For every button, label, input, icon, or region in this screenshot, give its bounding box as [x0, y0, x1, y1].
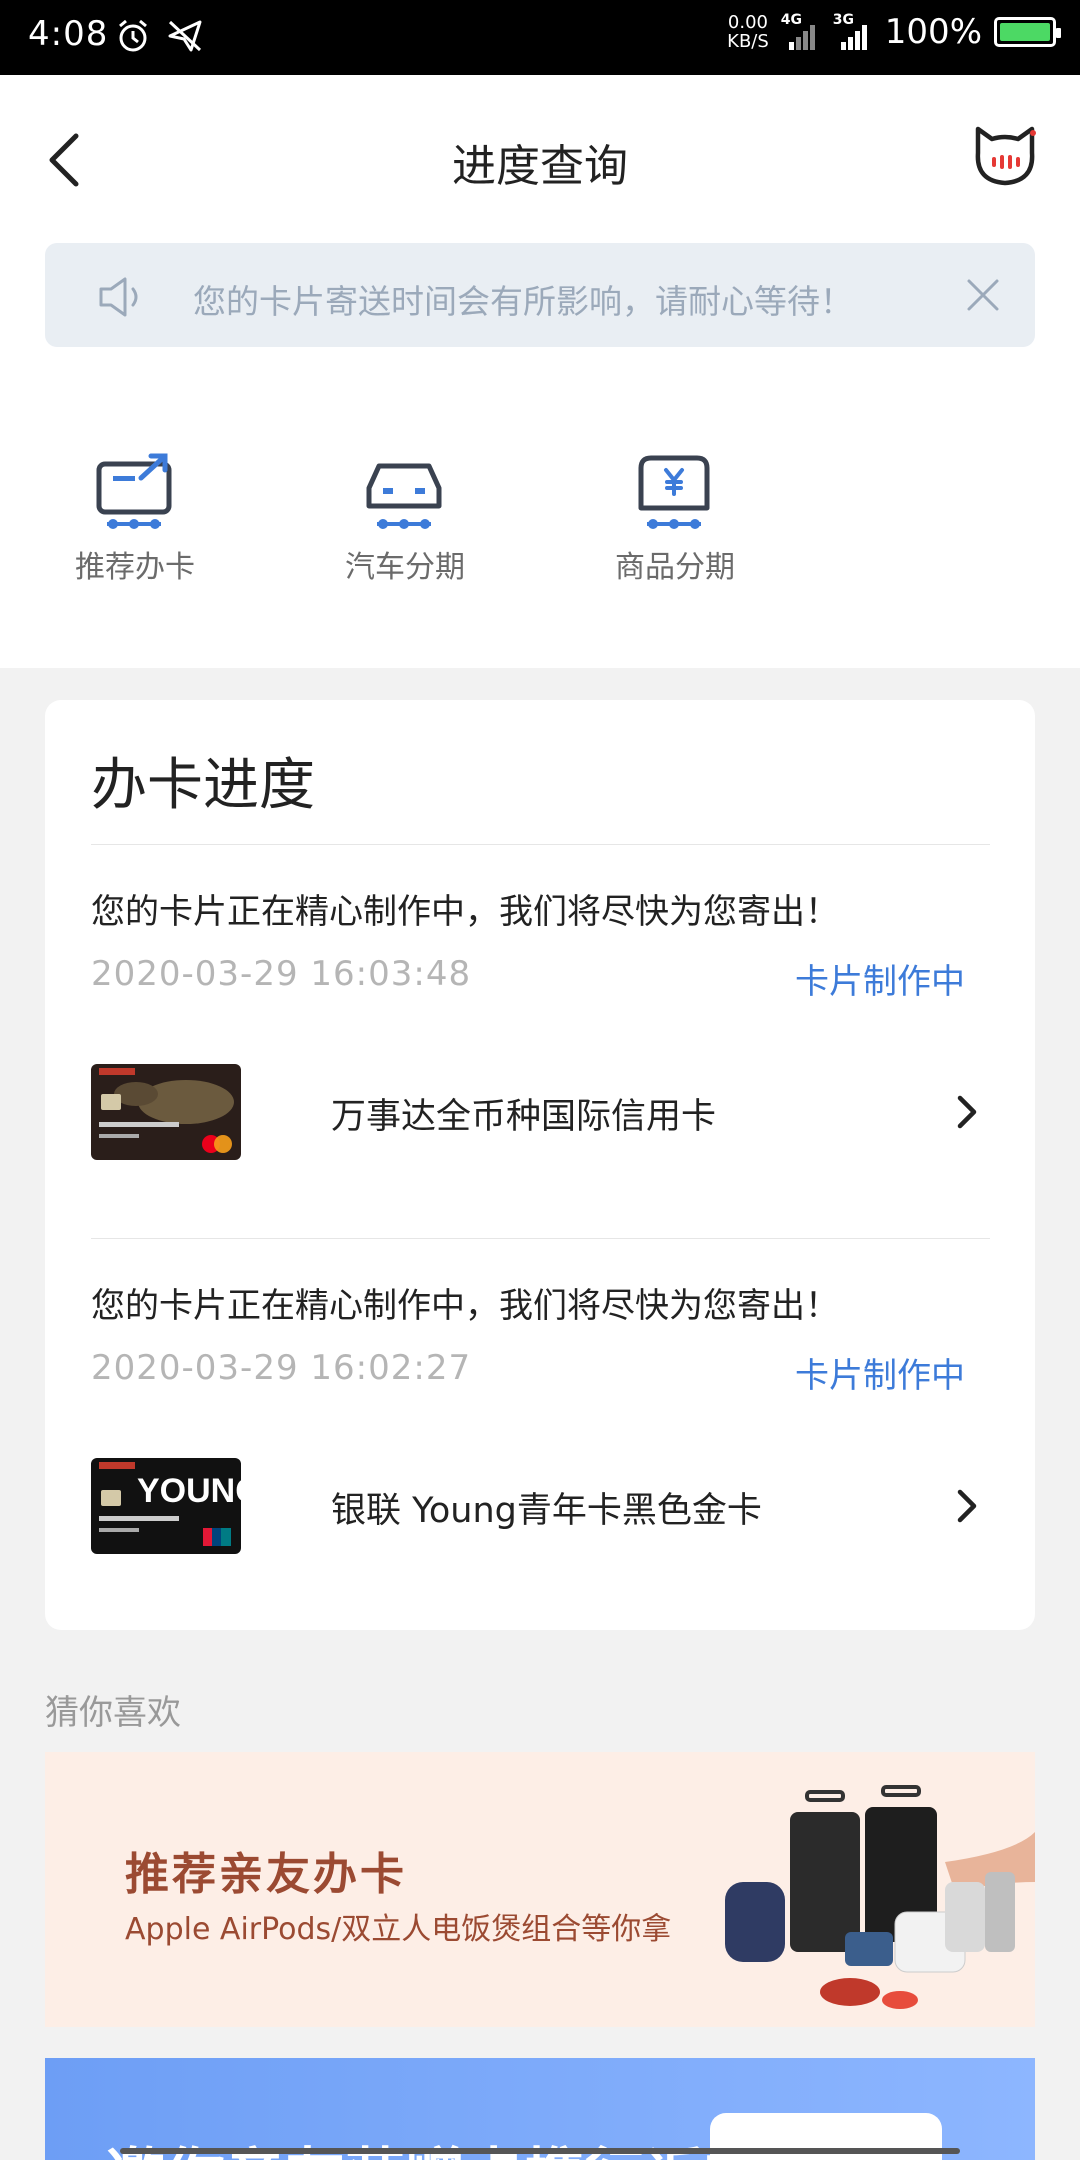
entry-status: 卡片制作中 — [795, 962, 965, 1002]
notice-text: 您的卡片寄送时间会有所影响，请耐心等待！ — [193, 282, 853, 321]
shortcut-label: 商品分期 — [615, 550, 735, 585]
shortcut-car-installment[interactable]: 汽车分期 — [305, 450, 505, 586]
send-icon — [168, 20, 202, 52]
mascot-icon — [975, 126, 1036, 186]
section-label: 猜你喜欢 — [45, 1693, 181, 1733]
entry-time: 2020-03-29 16:02:27 — [91, 1348, 472, 1388]
banner-subtitle: Apple AirPods/双立人电饭煲组合等你拿 — [125, 1912, 672, 1947]
entry-message: 您的卡片正在精心制作中，我们将尽快为您寄出！ — [91, 1286, 839, 1326]
promo-banner-referral[interactable]: 推荐亲友办卡 Apple AirPods/双立人电饭煲组合等你拿 — [45, 1752, 1035, 2027]
progress-panel: 办卡进度 您的卡片正在精心制作中，我们将尽快为您寄出！ 2020-03-29 1… — [45, 700, 1035, 1630]
svg-text:YOUNG: YOUNG — [137, 1472, 241, 1510]
alarm-icon — [119, 19, 147, 52]
assistant-button[interactable] — [972, 123, 1038, 189]
chevron-right-icon — [957, 1489, 977, 1523]
signal-icon: 3G — [833, 12, 873, 52]
car-icon — [366, 463, 442, 529]
panel-title: 办卡进度 — [91, 753, 315, 818]
notice-banner: 您的卡片寄送时间会有所影响，请耐心等待！ — [45, 243, 1035, 347]
top-section: 您的卡片寄送时间会有所影响，请耐心等待！ 推荐办卡 汽车分期 商品分期 — [0, 240, 1080, 668]
chevron-right-icon — [957, 1095, 977, 1129]
products-illustration — [725, 1785, 1035, 2009]
yen-bag-icon — [638, 455, 710, 529]
signal-icon: 4G — [781, 12, 821, 52]
banner-title: 推荐亲友办卡 — [125, 1849, 407, 1900]
entry-message: 您的卡片正在精心制作中，我们将尽快为您寄出！ — [91, 892, 839, 932]
card-name: 万事达全币种国际信用卡 — [331, 1097, 717, 1137]
progress-entry: 您的卡片正在精心制作中，我们将尽快为您寄出！ 2020-03-29 16:03:… — [45, 844, 1035, 1194]
card-name: 银联 Young青年卡黑色金卡 — [331, 1491, 762, 1531]
close-icon[interactable] — [965, 277, 1001, 313]
card-thumbnail: YOUNG — [91, 1458, 241, 1554]
card-row[interactable]: 万事达全币种国际信用卡 — [91, 1064, 989, 1164]
status-bar: 4:08 0.00 KB/S 4G 3G 100% — [0, 0, 1080, 75]
shortcut-goods-installment[interactable]: 商品分期 — [575, 450, 775, 586]
shortcut-label: 推荐办卡 — [75, 550, 195, 585]
battery-icon — [994, 17, 1061, 47]
entry-time: 2020-03-29 16:03:48 — [91, 954, 472, 994]
share-card-icon — [96, 453, 172, 529]
card-thumbnail — [91, 1064, 241, 1160]
page-title: 进度查询 — [452, 141, 628, 192]
shortcut-label: 汽车分期 — [345, 550, 465, 585]
promo-banner-2[interactable]: 邀你亲友获赠卡携行返旅中 — [45, 2058, 1035, 2160]
battery-percent: 100% — [884, 12, 982, 52]
shortcut-recommend-card[interactable]: 推荐办卡 — [35, 450, 235, 586]
card-row[interactable]: YOUNG 银联 Young青年卡黑色金卡 — [91, 1458, 989, 1558]
net-speed: 0.00 KB/S — [727, 12, 769, 52]
speaker-icon — [99, 277, 138, 317]
shortcut-bar: 推荐办卡 汽车分期 商品分期 — [0, 450, 1080, 590]
progress-entry: 您的卡片正在精心制作中，我们将尽快为您寄出！ 2020-03-29 16:02:… — [45, 1238, 1035, 1588]
home-indicator[interactable] — [120, 2148, 960, 2154]
entry-status: 卡片制作中 — [795, 1356, 965, 1396]
header: 进度查询 — [0, 75, 1080, 241]
status-time: 4:08 — [28, 14, 109, 54]
